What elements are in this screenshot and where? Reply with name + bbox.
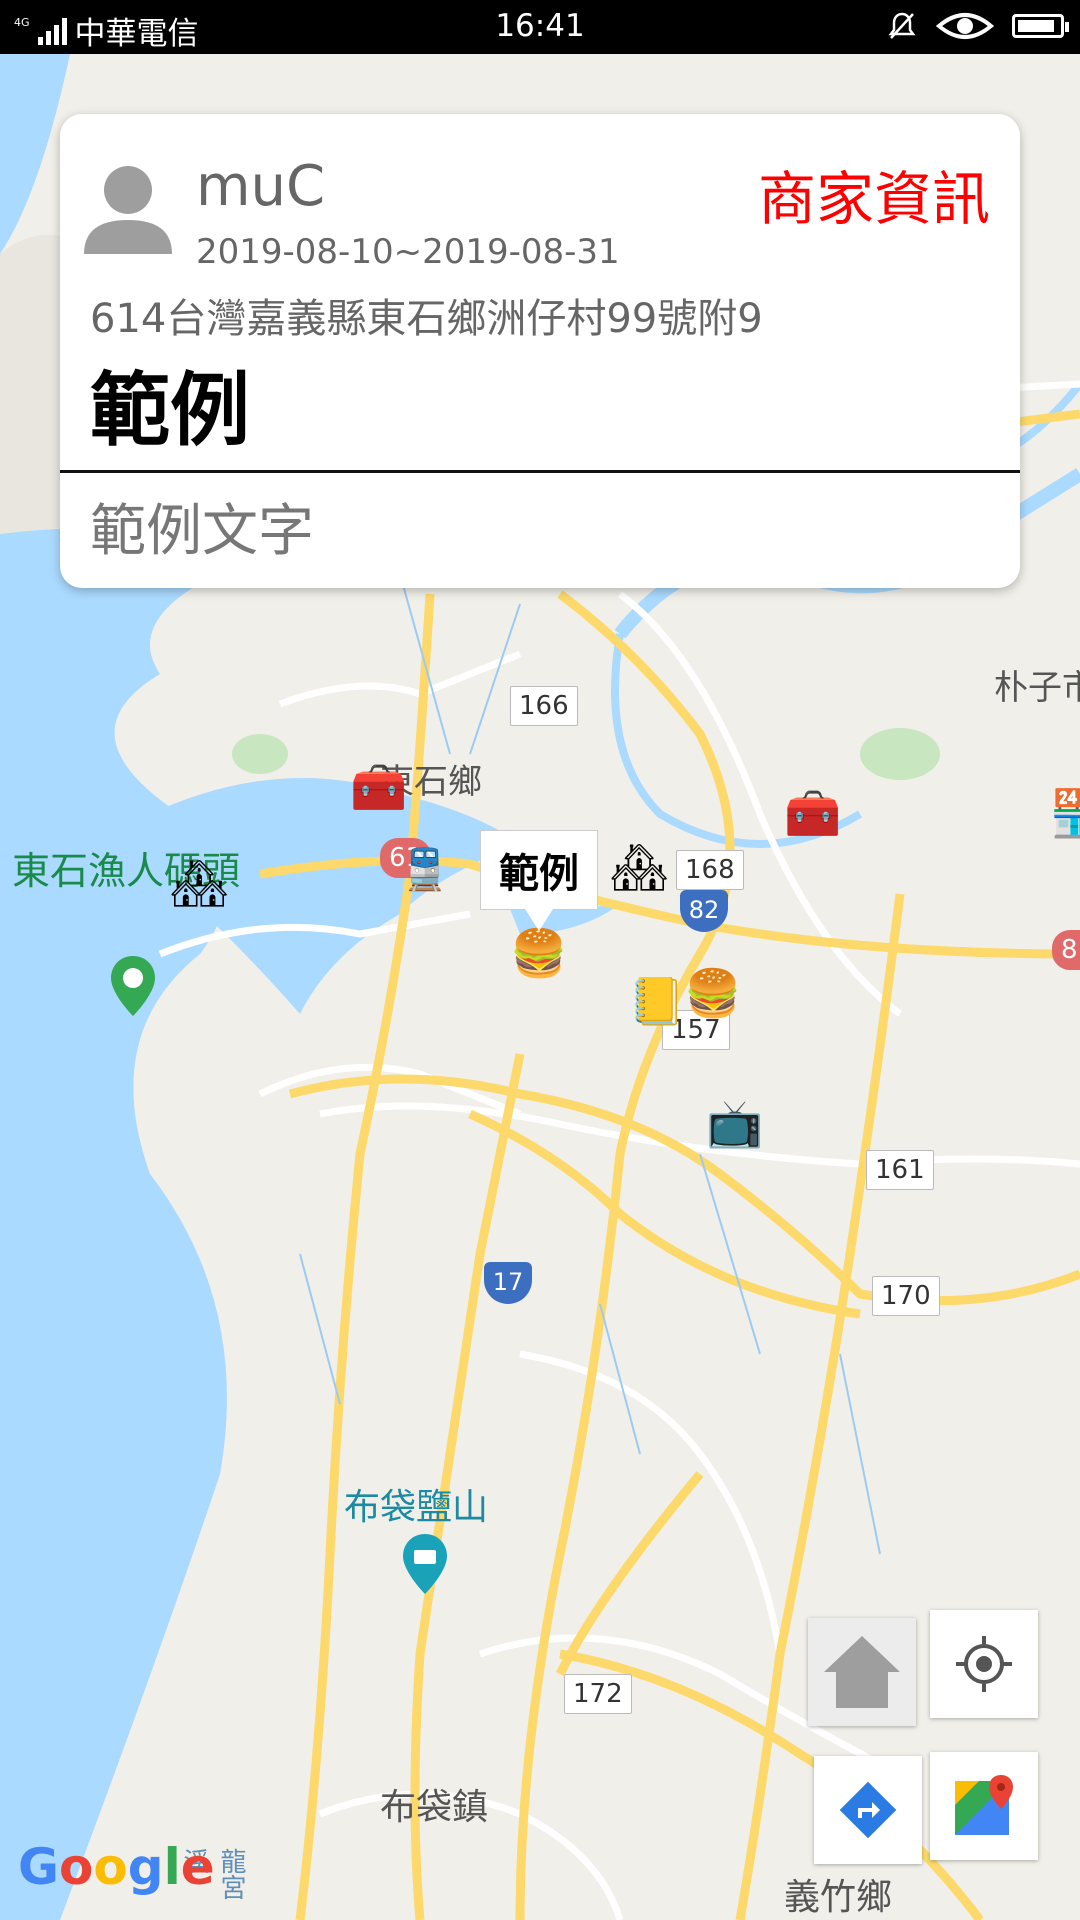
- road-shield: 8: [1052, 930, 1080, 970]
- card-description: 範例文字: [90, 499, 314, 564]
- battery-icon: [1012, 14, 1069, 38]
- book-icon[interactable]: 📒: [628, 978, 685, 1024]
- house-icon[interactable]: 🏘: [610, 844, 668, 890]
- place-budai: 布袋鎮: [380, 1787, 489, 1828]
- home-icon: [824, 1636, 900, 1708]
- home-button[interactable]: [808, 1618, 916, 1726]
- mute-bell-icon: [888, 12, 916, 39]
- road-shield: 161: [866, 1150, 934, 1190]
- card-title: 範例: [90, 364, 250, 457]
- road-shield: 166: [510, 686, 578, 726]
- house-icon[interactable]: 🏘: [170, 860, 228, 906]
- person-icon: [84, 166, 172, 254]
- open-google-maps-button[interactable]: [930, 1752, 1038, 1860]
- my-location-button[interactable]: [930, 1610, 1038, 1718]
- map-pin-green-icon[interactable]: [108, 954, 158, 1018]
- place-budai-salt[interactable]: 布袋鹽山: [344, 1478, 488, 1530]
- info-card[interactable]: muC 2019-08-10~2019-08-31 商家資訊 614台灣嘉義縣東…: [60, 114, 1020, 588]
- directions-icon: [839, 1781, 897, 1839]
- merchant-info-button[interactable]: 商家資訊: [758, 152, 990, 236]
- road-shield: 170: [872, 1276, 940, 1316]
- marker-callout[interactable]: 範例: [480, 830, 598, 931]
- my-location-icon: [956, 1636, 1012, 1692]
- train-icon[interactable]: 🚆: [400, 850, 450, 890]
- date-range: 2019-08-10~2019-08-31: [196, 232, 620, 272]
- road-shield: 172: [564, 1674, 632, 1714]
- divider: [60, 470, 1020, 473]
- google-maps-icon: [955, 1775, 1013, 1835]
- place-puzi: 朴子市: [994, 668, 1080, 708]
- burger-icon[interactable]: 🍔: [510, 930, 567, 976]
- address: 614台灣嘉義縣東石鄉洲仔村99號附9: [90, 296, 763, 342]
- eye-comfort-icon: [936, 13, 994, 39]
- google-logo: Google: [18, 1838, 215, 1896]
- hospital-icon[interactable]: 🧰: [350, 764, 407, 810]
- hospital-icon[interactable]: 🧰: [784, 790, 841, 836]
- road-shield: 168: [676, 850, 744, 890]
- shop-icon[interactable]: 🏪: [1050, 790, 1080, 836]
- username: muC: [196, 154, 326, 219]
- place-yizhu: 義竹鄉: [784, 1877, 893, 1918]
- tv-icon[interactable]: 📺: [706, 1100, 763, 1146]
- status-bar: 4G 中華電信 16:41: [0, 0, 1080, 54]
- directions-button[interactable]: [814, 1756, 922, 1864]
- burger-icon[interactable]: 🍔: [684, 970, 741, 1016]
- camera-pin-icon[interactable]: [400, 1532, 450, 1596]
